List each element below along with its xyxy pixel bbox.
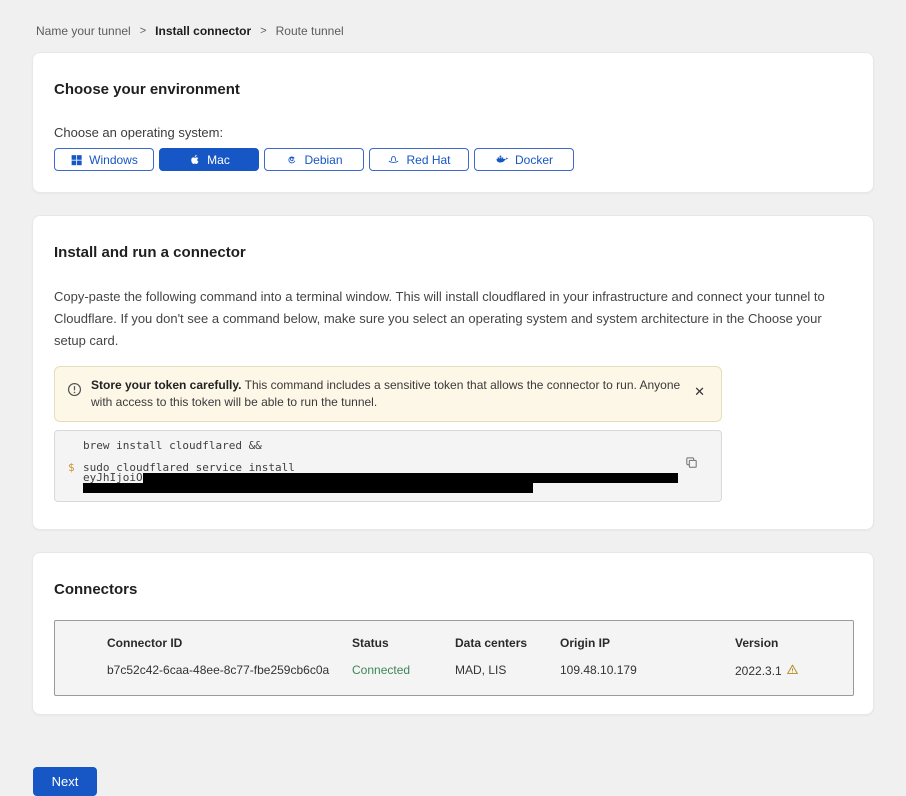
connectors-table: Connector ID Status Data centers Origin … (54, 620, 854, 696)
column-header-data-centers: Data centers (455, 636, 560, 663)
token-redaction-bar (83, 483, 533, 493)
os-button-debian[interactable]: Debian (264, 148, 364, 171)
install-connector-description: Copy-paste the following command into a … (54, 286, 849, 352)
column-header-status: Status (352, 636, 455, 663)
breadcrumb-separator: > (140, 25, 146, 37)
token-prefix-text: eyJhIjoiO (83, 473, 143, 483)
breadcrumb-separator: > (260, 25, 266, 37)
os-button-label: Windows (89, 153, 138, 167)
code-line (68, 483, 721, 493)
connectors-title: Connectors (54, 581, 852, 598)
origin-ip-cell: 109.48.10.179 (560, 663, 735, 679)
column-header-origin-ip: Origin IP (560, 636, 735, 663)
os-button-label: Docker (515, 153, 553, 167)
copy-icon[interactable] (684, 455, 699, 473)
docker-logo-icon (495, 153, 509, 166)
code-line-text: brew install cloudflared && (83, 441, 262, 451)
install-connector-card: Install and run a connector Copy-paste t… (32, 215, 874, 530)
install-connector-title: Install and run a connector (54, 244, 852, 261)
column-header-connector-id: Connector ID (107, 636, 352, 663)
tunnel-setup-page: Name your tunnel > Install connector > R… (0, 0, 906, 796)
alert-circle-icon (67, 382, 82, 402)
code-line: eyJhIjoiO (68, 473, 721, 483)
version-text: 2022.3.1 (735, 664, 782, 678)
os-button-mac[interactable]: Mac (159, 148, 259, 171)
apple-logo-icon (188, 153, 201, 166)
column-header-version: Version (735, 636, 853, 663)
os-button-group: Windows Mac Debian Red Hat (54, 148, 852, 171)
close-icon[interactable]: ✕ (690, 383, 709, 400)
os-button-label: Red Hat (406, 153, 450, 167)
status-badge: Connected (352, 663, 455, 679)
connectors-card: Connectors Connector ID Status Data cent… (32, 552, 874, 715)
token-warning-title: Store your token carefully. (91, 378, 242, 392)
token-warning-text: Store your token carefully. This command… (91, 377, 681, 411)
breadcrumb-name-your-tunnel[interactable]: Name your tunnel (36, 24, 131, 38)
os-button-docker[interactable]: Docker (474, 148, 574, 171)
choose-environment-title: Choose your environment (54, 81, 852, 98)
os-button-label: Debian (304, 153, 342, 167)
windows-logo-icon (70, 153, 83, 166)
redhat-logo-icon (387, 153, 400, 166)
choose-environment-card: Choose your environment Choose an operat… (32, 52, 874, 193)
data-centers-cell: MAD, LIS (455, 663, 560, 679)
code-line: $ sudo cloudflared service install (68, 463, 721, 473)
connector-id-cell: b7c52c42-6caa-48ee-8c77-fbe259cb6c0a (107, 663, 352, 679)
token-warning-banner: Store your token carefully. This command… (54, 366, 722, 422)
token-redaction-bar (143, 473, 678, 483)
os-button-windows[interactable]: Windows (54, 148, 154, 171)
install-command-code-block[interactable]: brew install cloudflared && $ sudo cloud… (54, 430, 722, 502)
os-button-label: Mac (207, 153, 230, 167)
code-line: brew install cloudflared && (68, 441, 721, 451)
breadcrumb-install-connector[interactable]: Install connector (155, 24, 251, 38)
next-button[interactable]: Next (33, 767, 97, 796)
os-select-label: Choose an operating system: (54, 125, 852, 140)
warning-triangle-icon (786, 663, 799, 679)
os-button-redhat[interactable]: Red Hat (369, 148, 469, 171)
connectors-table-header-row: Connector ID Status Data centers Origin … (107, 636, 853, 663)
connectors-table-row: b7c52c42-6caa-48ee-8c77-fbe259cb6c0a Con… (107, 663, 853, 679)
version-cell: 2022.3.1 (735, 663, 853, 679)
breadcrumb: Name your tunnel > Install connector > R… (32, 0, 874, 52)
breadcrumb-route-tunnel[interactable]: Route tunnel (276, 24, 344, 38)
debian-logo-icon (285, 153, 298, 166)
shell-prompt: $ (68, 463, 83, 473)
